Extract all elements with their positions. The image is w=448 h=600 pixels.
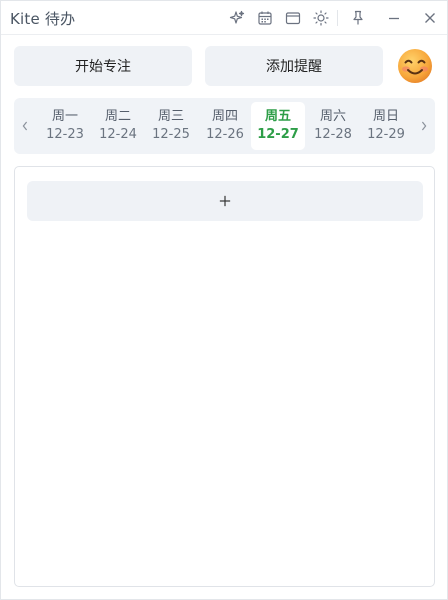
- day-date: 12-27: [257, 126, 299, 142]
- pin-icon[interactable]: [348, 8, 368, 28]
- title-bar: Kite 待办: [1, 1, 447, 35]
- day-thursday[interactable]: 周四 12-26: [198, 102, 252, 150]
- titlebar-divider: [337, 10, 338, 26]
- theme-sun-icon[interactable]: [311, 8, 331, 28]
- day-date: 12-29: [367, 126, 405, 142]
- day-name: 周三: [157, 108, 184, 124]
- day-wednesday[interactable]: 周三 12-25: [144, 102, 198, 150]
- avatar-smile-icon[interactable]: [397, 48, 433, 84]
- app-window: Kite 待办 开始专注 添加提醒 周一 12-23 周二 12-24 周三 1…: [0, 0, 448, 600]
- day-friday-selected[interactable]: 周五 12-27: [251, 102, 305, 150]
- close-icon[interactable]: [420, 8, 440, 28]
- app-title: Kite 待办: [10, 10, 76, 28]
- day-name: 周四: [211, 108, 238, 124]
- plus-icon: [219, 192, 231, 211]
- day-date: 12-23: [46, 126, 84, 142]
- add-reminder-button[interactable]: 添加提醒: [205, 46, 383, 86]
- prev-week-arrow-icon[interactable]: [16, 116, 34, 136]
- day-name: 周日: [372, 108, 399, 124]
- week-selector: 周一 12-23 周二 12-24 周三 12-25 周四 12-26 周五 1…: [14, 98, 435, 154]
- day-name: 周一: [51, 108, 78, 124]
- day-tuesday[interactable]: 周二 12-24: [91, 102, 145, 150]
- day-date: 12-24: [99, 126, 137, 142]
- day-name: 周六: [319, 108, 346, 124]
- start-focus-button[interactable]: 开始专注: [14, 46, 192, 86]
- next-week-arrow-icon[interactable]: [415, 116, 433, 136]
- day-date: 12-26: [206, 126, 244, 142]
- add-reminder-label: 添加提醒: [266, 59, 322, 75]
- day-date: 12-28: [314, 126, 352, 142]
- day-date: 12-25: [152, 126, 190, 142]
- day-saturday[interactable]: 周六 12-28: [306, 102, 360, 150]
- day-monday[interactable]: 周一 12-23: [38, 102, 92, 150]
- calendar-icon[interactable]: [255, 8, 275, 28]
- day-name: 周五: [264, 108, 291, 124]
- minimize-icon[interactable]: [384, 8, 404, 28]
- start-focus-label: 开始专注: [75, 59, 131, 75]
- sparkle-icon[interactable]: [227, 8, 247, 28]
- day-sunday[interactable]: 周日 12-29: [359, 102, 413, 150]
- window-icon[interactable]: [283, 8, 303, 28]
- task-list-panel: [14, 166, 435, 587]
- add-task-button[interactable]: [27, 181, 423, 221]
- day-name: 周二: [104, 108, 131, 124]
